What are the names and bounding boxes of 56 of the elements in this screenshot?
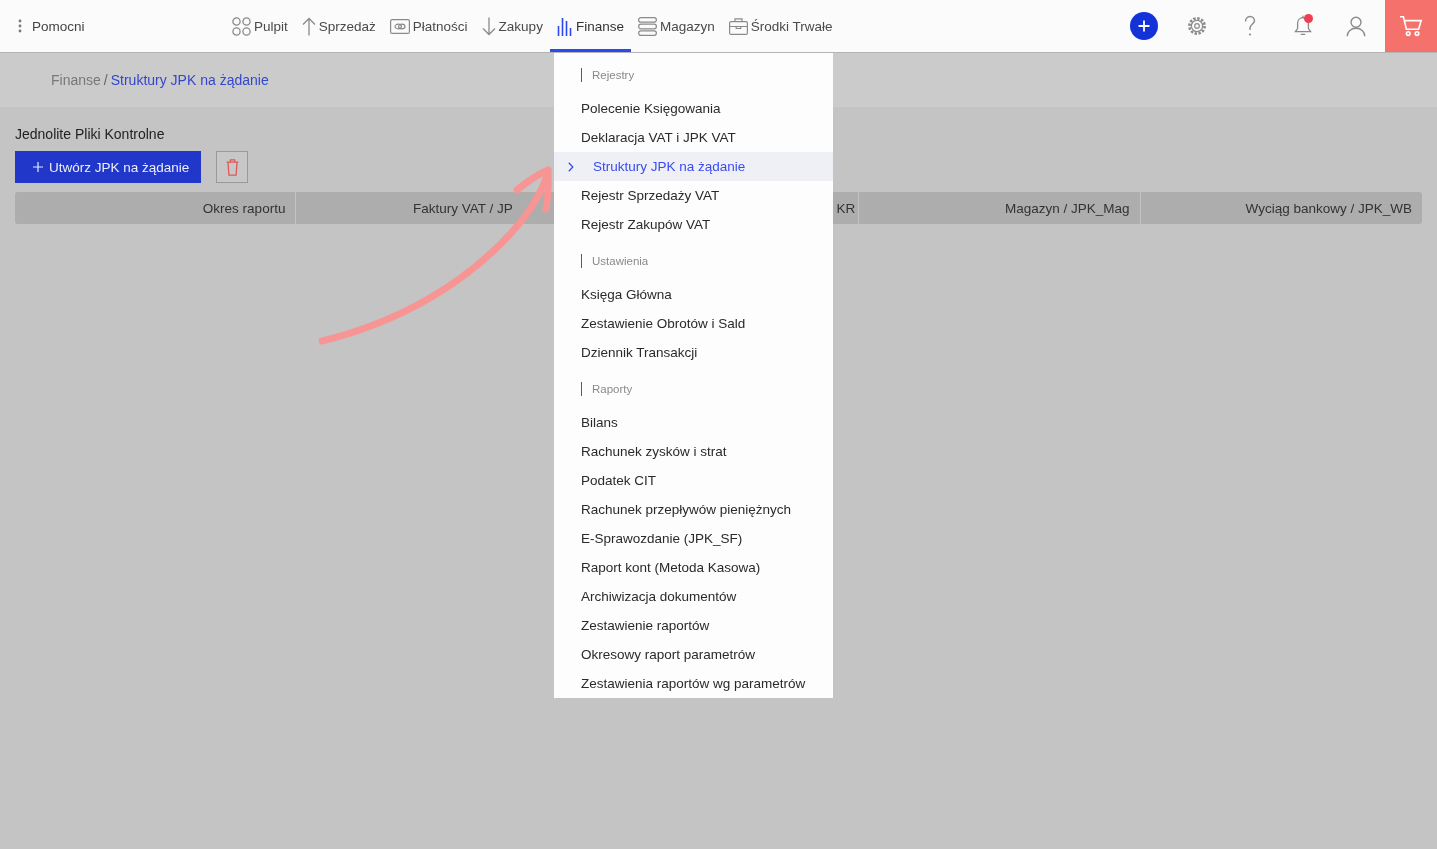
- menu-item[interactable]: E-Sprawozdanie (JPK_SF): [554, 524, 833, 553]
- menu-item[interactable]: Bilans: [554, 408, 833, 437]
- help-icon[interactable]: [1242, 15, 1257, 37]
- nav-tab[interactable]: Pulpit: [225, 0, 295, 52]
- nav-tab[interactable]: Płatności: [382, 0, 475, 52]
- nav-tab[interactable]: Magazyn: [630, 0, 722, 52]
- column-header: Magazyn / JPK_Mag: [1005, 200, 1130, 216]
- nav-tab[interactable]: Środki Trwałe: [721, 0, 840, 52]
- kebab-menu-icon: [18, 19, 22, 33]
- menu-item[interactable]: Raport kont (Metoda Kasowa): [554, 553, 833, 582]
- cart-button[interactable]: [1385, 0, 1437, 52]
- chevron-right-icon: [568, 161, 574, 172]
- breadcrumb-separator: /: [103, 72, 108, 88]
- section-heading: Ustawienia: [581, 254, 649, 268]
- arrow-up-icon: [301, 16, 316, 36]
- stack-icon: [637, 16, 657, 36]
- bar-chart-icon: [556, 16, 573, 36]
- grid-icon: [232, 16, 251, 36]
- menu-item[interactable]: Struktury JPK na żądanie: [554, 152, 833, 181]
- column-header: Faktury VAT / JP: [413, 200, 513, 216]
- settings-icon[interactable]: [1186, 16, 1207, 36]
- column-header: Wyciąg bankowy / JPK_WB: [1245, 200, 1412, 216]
- briefcase-icon: [728, 17, 748, 35]
- menu-item[interactable]: Rachunek przepływów pieniężnych: [554, 495, 833, 524]
- create-button[interactable]: Utwórz JPK na żądanie: [15, 151, 202, 183]
- menu-item[interactable]: Polecenie Księgowania: [554, 94, 833, 123]
- trash-icon: [225, 158, 239, 176]
- helpers-menu-button[interactable]: Pomocni: [18, 18, 85, 34]
- user-icon[interactable]: [1345, 15, 1366, 37]
- menu-item[interactable]: Zestawienie raportów: [554, 611, 833, 640]
- menu-item[interactable]: Okresowy raport parametrów: [554, 640, 833, 669]
- menu-item[interactable]: Deklaracja VAT i JPK VAT: [554, 123, 833, 152]
- nav-tab[interactable]: Zakupy: [474, 0, 550, 52]
- menu-item[interactable]: Dziennik Transakcji: [554, 338, 833, 367]
- add-icon[interactable]: [1129, 12, 1158, 40]
- menu-item[interactable]: Rachunek zysków i strat: [554, 437, 833, 466]
- menu-item[interactable]: Archiwizacja dokumentów: [554, 582, 833, 611]
- page-title: Jednolite Pliki Kontrolne: [15, 126, 165, 143]
- menu-item[interactable]: Księga Główna: [554, 280, 833, 309]
- section-heading: Raporty: [581, 382, 633, 396]
- plus-icon: [33, 162, 43, 172]
- nav-tab[interactable]: Sprzedaż: [294, 0, 383, 52]
- bell-icon[interactable]: [1292, 15, 1313, 37]
- arrow-down-icon: [481, 16, 496, 36]
- menu-item[interactable]: Zestawienia raportów wg parametrów: [554, 669, 833, 698]
- menu-item[interactable]: Podatek CIT: [554, 466, 833, 495]
- menu-item[interactable]: Zestawienie Obrotów i Sald: [554, 309, 833, 338]
- column-header: Okres raportu: [202, 200, 286, 216]
- column-header: KR: [836, 200, 856, 216]
- delete-button[interactable]: [216, 151, 249, 183]
- breadcrumb-link[interactable]: Struktury JPK na żądanie: [110, 72, 269, 88]
- section-heading: Rejestry: [581, 68, 635, 82]
- cart-icon: [1399, 15, 1423, 37]
- menu-item[interactable]: Rejestr Sprzedaży VAT: [554, 181, 833, 210]
- banknote-icon: [389, 18, 410, 34]
- menu-item[interactable]: Rejestr Zakupów VAT: [554, 210, 833, 239]
